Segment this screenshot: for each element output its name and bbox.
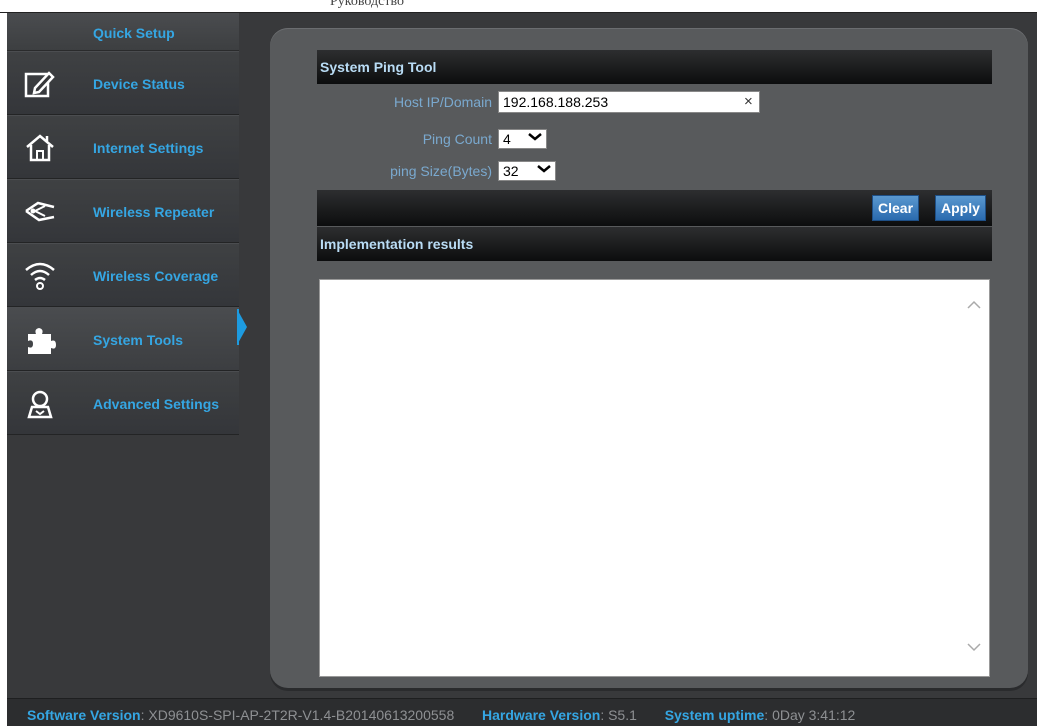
ping-size-select[interactable]: 32	[498, 161, 556, 181]
colon: :	[600, 707, 609, 723]
ping-count-value: 4	[503, 131, 511, 147]
scroll-up-icon[interactable]	[967, 294, 981, 315]
software-version-value: XD9610S-SPI-AP-2T2R-V1.4-B20140613200558	[148, 707, 455, 723]
document-header: Руководство	[330, 0, 404, 9]
page: Руководство Quick Setup Device Status In…	[0, 0, 1037, 726]
chevron-down-icon	[537, 161, 551, 177]
hardware-version-label: Hardware Version	[482, 707, 601, 723]
puzzle-icon	[23, 324, 57, 356]
sidebar: Quick Setup Device Status Internet Setti…	[7, 13, 247, 698]
results-textarea[interactable]	[319, 279, 990, 677]
chevron-down-icon	[528, 129, 542, 145]
user-icon	[23, 388, 57, 420]
wifi-icon	[23, 260, 57, 292]
ping-tool-panel: System Ping Tool Host IP/Domain × Ping C…	[270, 28, 1028, 688]
ping-count-select[interactable]: 4	[498, 129, 547, 149]
status-footer: Software Version: XD9610S-SPI-AP-2T2R-V1…	[7, 698, 1037, 726]
section-header-ping-tool: System Ping Tool	[317, 50, 992, 84]
sidebar-item-label: Advanced Settings	[93, 396, 220, 412]
system-uptime-label: System uptime	[664, 707, 765, 723]
section-header-results: Implementation results	[317, 227, 992, 261]
sidebar-item-label: Quick Setup	[93, 25, 175, 41]
repeater-icon	[23, 196, 57, 228]
colon: :	[764, 707, 773, 723]
ping-size-label: ping Size(Bytes)	[390, 163, 492, 179]
host-label: Host IP/Domain	[393, 94, 492, 110]
sidebar-item-advanced-settings[interactable]: Advanced Settings	[7, 371, 239, 435]
active-indicator-arrow	[237, 309, 247, 345]
host-input[interactable]	[498, 91, 760, 113]
clear-input-icon[interactable]: ×	[744, 93, 753, 110]
section-title: System Ping Tool	[320, 59, 437, 75]
sidebar-item-wireless-repeater[interactable]: Wireless Repeater	[7, 179, 239, 243]
sidebar-item-label: Internet Settings	[93, 140, 204, 156]
ping-count-label: Ping Count	[422, 131, 492, 147]
action-bar: Clear Apply	[317, 190, 992, 226]
sidebar-item-device-status[interactable]: Device Status	[7, 51, 239, 115]
home-icon	[23, 132, 57, 164]
sidebar-item-label: System Tools	[93, 332, 183, 348]
sidebar-item-label: Device Status	[93, 76, 185, 92]
sidebar-item-wireless-coverage[interactable]: Wireless Coverage	[7, 243, 239, 307]
sidebar-item-system-tools[interactable]: System Tools	[7, 307, 239, 371]
edit-icon	[23, 68, 57, 100]
system-uptime-value: 0Day 3:41:12	[772, 707, 856, 723]
software-version-label: Software Version	[27, 707, 141, 723]
apply-button[interactable]: Apply	[935, 195, 986, 221]
section-title: Implementation results	[320, 236, 474, 252]
hardware-version-value: S5.1	[608, 707, 637, 723]
router-admin-app: Quick Setup Device Status Internet Setti…	[7, 13, 1037, 726]
sidebar-item-internet-settings[interactable]: Internet Settings	[7, 115, 239, 179]
clear-button[interactable]: Clear	[872, 195, 920, 221]
scroll-down-icon[interactable]	[967, 636, 981, 657]
sidebar-item-label: Wireless Coverage	[93, 268, 219, 284]
sidebar-item-quick-setup[interactable]: Quick Setup	[7, 13, 239, 51]
ping-size-value: 32	[503, 163, 519, 179]
sidebar-item-label: Wireless Repeater	[93, 204, 215, 220]
